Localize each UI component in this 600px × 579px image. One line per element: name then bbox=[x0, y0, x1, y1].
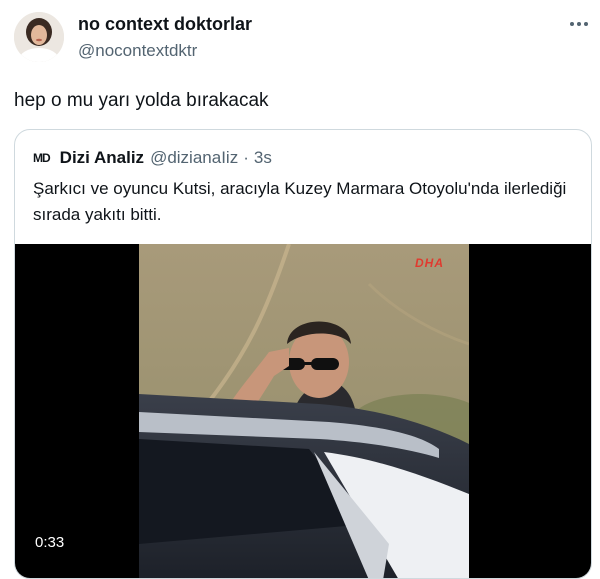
display-name[interactable]: no context doktorlar bbox=[78, 14, 252, 35]
avatar-photo bbox=[14, 12, 64, 62]
more-horizontal-icon bbox=[570, 22, 574, 26]
tweet-text: hep o mu yarı yolda bırakacak bbox=[14, 90, 269, 111]
dha-watermark: DHA bbox=[415, 256, 444, 270]
user-handle[interactable]: @nocontextdktr bbox=[78, 41, 197, 61]
quoted-tweet-card[interactable]: MD Dizi Analiz @dizianaIiz · 3s Şarkıcı … bbox=[14, 129, 592, 579]
quoted-timestamp[interactable]: 3s bbox=[254, 148, 272, 168]
quoted-tweet-text: Şarkıcı ve oyuncu Kutsi, aracıyla Kuzey … bbox=[33, 179, 567, 224]
quoted-avatar-logo: MD bbox=[33, 151, 51, 165]
avatar[interactable] bbox=[14, 12, 64, 62]
quoted-tweet-header: MD Dizi Analiz @dizianaIiz · 3s bbox=[33, 148, 272, 168]
quoted-user-handle[interactable]: @dizianaIiz bbox=[150, 148, 238, 168]
more-options-button[interactable] bbox=[566, 13, 592, 35]
video-frame: DHA bbox=[139, 244, 469, 578]
quoted-display-name[interactable]: Dizi Analiz bbox=[60, 148, 144, 168]
video-thumbnail bbox=[139, 244, 469, 578]
separator-dot: · bbox=[243, 148, 249, 167]
video-duration-badge: 0:33 bbox=[29, 532, 71, 553]
video-player[interactable]: DHA 0:33 bbox=[15, 244, 591, 578]
